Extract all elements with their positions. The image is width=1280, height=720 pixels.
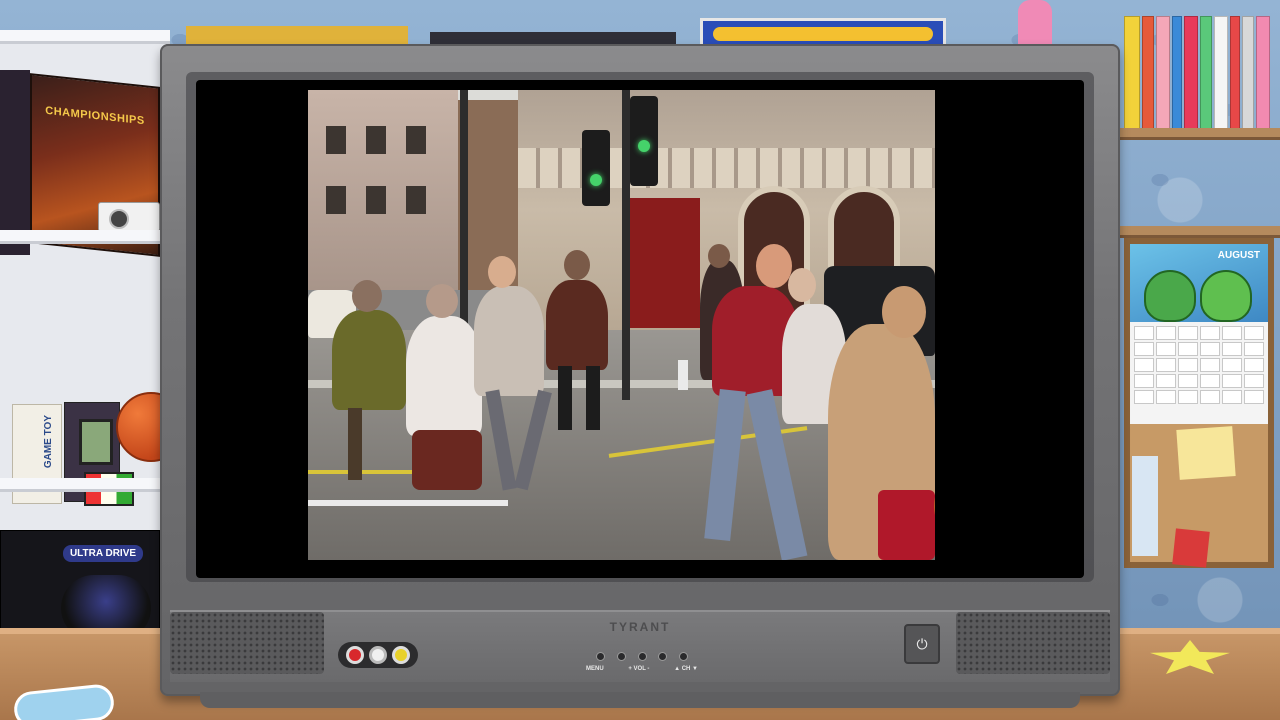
book bbox=[1124, 16, 1140, 132]
pedestrian bbox=[546, 280, 608, 370]
volume-down-button[interactable] bbox=[637, 652, 647, 661]
left-shelf: CHAMPIONSHIPS GAME TOY ULTRA DRIVE bbox=[0, 30, 186, 655]
yellow-jack-icon[interactable] bbox=[391, 646, 410, 664]
red-door bbox=[630, 198, 700, 328]
book bbox=[1230, 16, 1240, 132]
calendar-month: AUGUST bbox=[1217, 250, 1260, 261]
frog-icon bbox=[1144, 270, 1196, 322]
book-row bbox=[1118, 16, 1280, 132]
speaker-grille-right bbox=[956, 612, 1110, 674]
pedestrian bbox=[406, 316, 482, 436]
corkboard: AUGUST bbox=[1124, 238, 1274, 568]
road-line-white bbox=[308, 500, 508, 506]
calendar-art: AUGUST bbox=[1130, 244, 1268, 322]
tv-buttons bbox=[596, 652, 688, 664]
white-jack-icon[interactable] bbox=[368, 646, 387, 664]
shelf-board-right bbox=[1118, 128, 1280, 140]
tv-button-labels: MENU + VOL - ▲ CH ▼ bbox=[586, 666, 698, 672]
tv-screen bbox=[196, 80, 1084, 578]
volume-label: + VOL - bbox=[628, 666, 650, 672]
calendar-grid bbox=[1130, 322, 1268, 408]
shelf-board-1 bbox=[0, 230, 170, 244]
video-frame[interactable] bbox=[308, 90, 935, 560]
game-toy-label: GAME TOY bbox=[43, 415, 54, 469]
channel-label: ▲ CH ▼ bbox=[674, 666, 698, 672]
pink-bottle bbox=[1018, 0, 1052, 48]
pedestrian-skirt bbox=[412, 430, 482, 490]
road-line-yellow bbox=[308, 470, 428, 474]
book bbox=[1242, 16, 1254, 132]
traffic-light-icon bbox=[582, 130, 610, 206]
pedestrian-head bbox=[882, 286, 926, 338]
championships-box-title: CHAMPIONSHIPS bbox=[45, 104, 145, 128]
av-input-jacks bbox=[338, 642, 418, 668]
sticky-note-yellow bbox=[1176, 426, 1236, 480]
shelf-board-top bbox=[0, 30, 170, 44]
book bbox=[1142, 16, 1154, 132]
traffic-light-icon bbox=[630, 96, 658, 186]
pedestrian bbox=[474, 286, 544, 396]
building-left bbox=[308, 90, 458, 290]
pedestrian-head bbox=[426, 284, 458, 318]
pedestrian bbox=[332, 310, 406, 410]
building-frieze bbox=[518, 148, 935, 188]
pedestrian-head bbox=[564, 250, 590, 280]
dark-box bbox=[0, 70, 30, 255]
pedestrian-head bbox=[788, 268, 816, 302]
pedestrian-head bbox=[708, 244, 730, 268]
shelf-board-2 bbox=[0, 478, 170, 492]
pedestrian-leg bbox=[558, 366, 572, 430]
pedestrian-head bbox=[488, 256, 516, 288]
sticky-note-blue bbox=[1132, 456, 1158, 556]
book bbox=[1156, 16, 1170, 132]
crt-television: TYRANT MENU + VOL - ▲ CH ▼ ⏻ bbox=[160, 44, 1120, 708]
right-shelf: AUGUST bbox=[1118, 0, 1280, 720]
road-line-white bbox=[678, 360, 688, 390]
red-jack-icon[interactable] bbox=[346, 646, 365, 664]
signal-pole bbox=[622, 90, 630, 400]
menu-label: MENU bbox=[586, 666, 604, 672]
channel-down-button[interactable] bbox=[679, 652, 688, 661]
tv-base bbox=[200, 692, 1080, 708]
book bbox=[1214, 16, 1228, 132]
camera-icon bbox=[98, 202, 160, 232]
channel-up-button[interactable] bbox=[658, 652, 668, 661]
book bbox=[1184, 16, 1198, 132]
power-icon: ⏻ bbox=[916, 636, 928, 652]
shelf-board-right-2 bbox=[1118, 226, 1280, 238]
pedestrian-skirt bbox=[878, 490, 935, 560]
tv-brand-label: TYRANT bbox=[609, 620, 671, 634]
pedestrian-leg bbox=[586, 366, 600, 430]
ultra-drive-label: ULTRA DRIVE bbox=[63, 545, 143, 562]
book bbox=[1256, 16, 1270, 132]
frog-icon bbox=[1200, 270, 1252, 322]
pedestrian-head bbox=[352, 280, 382, 312]
tv-control-panel: TYRANT MENU + VOL - ▲ CH ▼ ⏻ bbox=[170, 610, 1110, 682]
calendar: AUGUST bbox=[1130, 244, 1268, 424]
volume-up-button[interactable] bbox=[616, 652, 626, 661]
book bbox=[1200, 16, 1212, 132]
sticky-note-red bbox=[1172, 528, 1210, 568]
power-button[interactable]: ⏻ bbox=[904, 624, 940, 664]
pedestrian-head bbox=[756, 244, 792, 288]
pedestrian-leg bbox=[348, 408, 362, 480]
menu-button[interactable] bbox=[596, 652, 605, 661]
book bbox=[1172, 16, 1182, 132]
speaker-grille-left bbox=[170, 612, 324, 674]
